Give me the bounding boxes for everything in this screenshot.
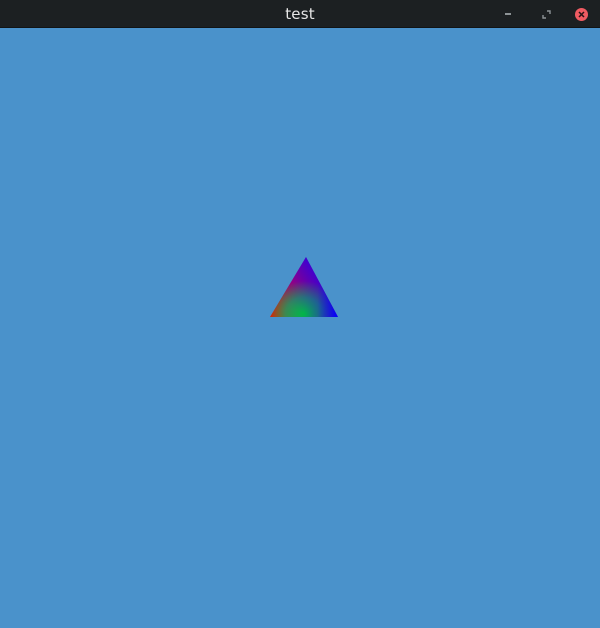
close-button[interactable] (565, 0, 597, 28)
close-icon (574, 7, 588, 21)
minimize-button[interactable] (489, 0, 527, 28)
maximize-button[interactable] (527, 0, 565, 28)
app-window: test (0, 0, 600, 628)
gl-viewport[interactable] (0, 28, 600, 628)
maximize-icon (541, 9, 551, 19)
minimize-icon (505, 13, 511, 15)
rgb-triangle (270, 257, 338, 317)
window-controls (489, 0, 600, 28)
title-bar[interactable]: test (0, 0, 600, 28)
render-scene (24, 257, 338, 318)
